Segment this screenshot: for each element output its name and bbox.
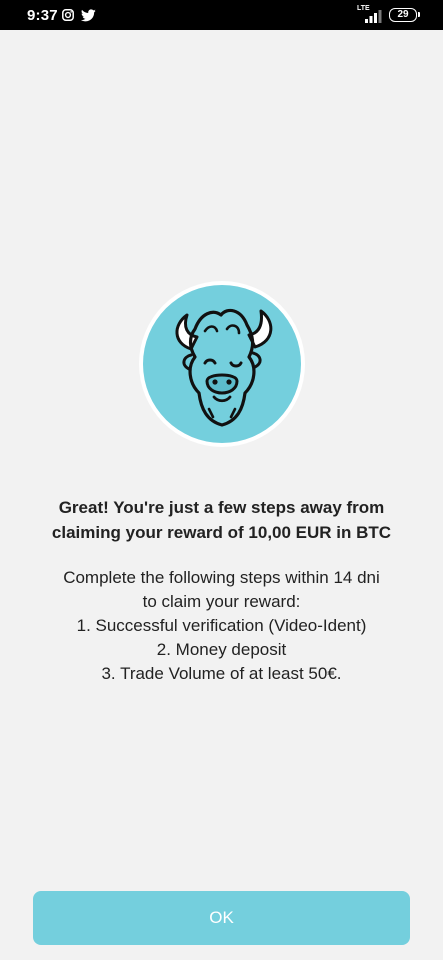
ok-button[interactable]: OK [33,891,410,945]
step-item: 3. Trade Volume of at least 50€. [101,664,342,683]
steps-intro-line-1: Complete the following steps within 14 d… [63,568,380,587]
reward-headline: Great! You're just a few steps away from… [20,495,423,545]
status-bar: 9:37 LTE 29 [0,0,443,30]
bison-logo [139,281,305,447]
twitter-icon [81,9,96,22]
headline-line-2: claiming your reward of 10,00 EUR in BTC [51,523,392,542]
bison-logo-icon [175,308,273,427]
steps-intro-line-2: to claim your reward: [142,592,301,611]
logo-circle [143,285,301,443]
headline-line-1: Great! You're just a few steps away from [58,498,385,517]
step-item: 1. Successful verification (Video-Ident) [76,616,367,635]
battery-icon: 29 [389,8,420,22]
status-time: 9:37 [27,7,58,24]
reward-steps: Complete the following steps within 14 d… [20,566,423,686]
instagram-icon [62,9,74,21]
signal-icon [365,10,382,23]
step-item: 2. Money deposit [156,640,287,659]
